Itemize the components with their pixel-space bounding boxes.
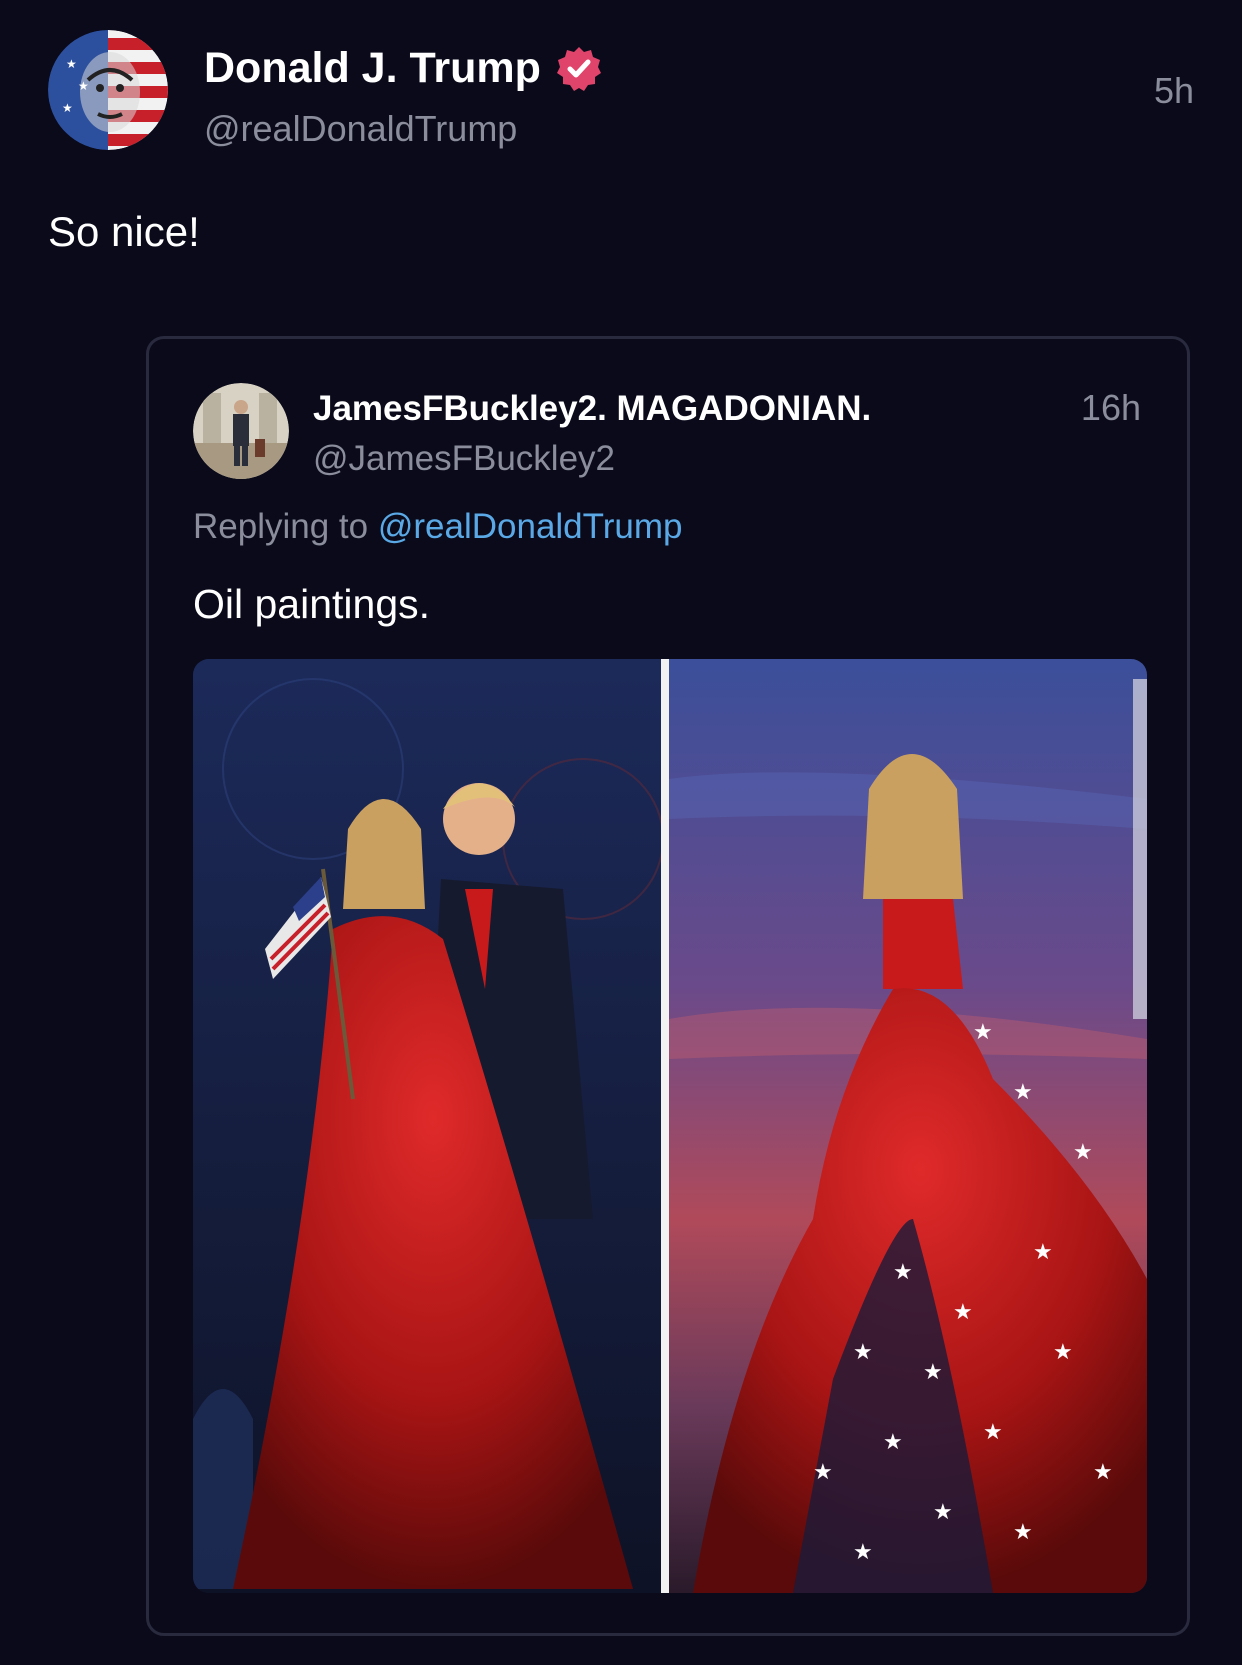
quoted-post-text: Oil paintings. bbox=[193, 581, 431, 627]
replying-to-line: Replying to @realDonaldTrump bbox=[193, 507, 682, 547]
svg-text:★: ★ bbox=[933, 1500, 953, 1525]
author-name-row[interactable]: Donald J. Trump bbox=[204, 44, 603, 93]
svg-text:★: ★ bbox=[1033, 1240, 1053, 1265]
oil-paintings-image-icon: ★ ★ ★ ★ ★ ★ ★ ★ ★ ★ ★ ★ ★ ★ ★ ★ bbox=[193, 659, 1147, 1593]
svg-text:★: ★ bbox=[893, 1260, 913, 1285]
person-photo-avatar-icon bbox=[193, 383, 289, 479]
svg-text:★: ★ bbox=[853, 1540, 873, 1565]
svg-text:★: ★ bbox=[1013, 1520, 1033, 1545]
quoted-author-avatar[interactable] bbox=[193, 383, 289, 479]
quoted-author-handle[interactable]: @JamesFBuckley2 bbox=[313, 439, 615, 479]
svg-text:★: ★ bbox=[973, 1020, 993, 1045]
svg-text:★: ★ bbox=[853, 1340, 873, 1365]
verified-badge-icon bbox=[556, 46, 601, 91]
svg-text:★: ★ bbox=[1093, 1460, 1113, 1485]
author-avatar[interactable]: ★ ★ ★ bbox=[48, 30, 168, 150]
svg-text:★: ★ bbox=[1013, 1080, 1033, 1105]
flag-portrait-avatar-icon: ★ ★ ★ bbox=[48, 30, 168, 150]
svg-text:★: ★ bbox=[62, 101, 73, 115]
quoted-author-name[interactable]: JamesFBuckley2. MAGADONIAN. bbox=[313, 389, 871, 429]
quoted-post-card[interactable]: JamesFBuckley2. MAGADONIAN. @JamesFBuckl… bbox=[146, 336, 1190, 1636]
quoted-post-timestamp[interactable]: 16h bbox=[1081, 387, 1141, 429]
svg-text:★: ★ bbox=[923, 1360, 943, 1385]
svg-text:★: ★ bbox=[813, 1460, 833, 1485]
replying-to-mention-link[interactable]: @realDonaldTrump bbox=[378, 507, 683, 546]
svg-text:★: ★ bbox=[78, 79, 89, 93]
svg-text:★: ★ bbox=[1073, 1140, 1093, 1165]
quoted-post-image[interactable]: ★ ★ ★ ★ ★ ★ ★ ★ ★ ★ ★ ★ ★ ★ ★ ★ bbox=[193, 659, 1147, 1593]
author-display-name[interactable]: Donald J. Trump bbox=[204, 44, 541, 93]
post-body-text: So nice! bbox=[48, 208, 200, 255]
replying-to-label: Replying to bbox=[193, 507, 369, 546]
author-handle[interactable]: @realDonaldTrump bbox=[204, 108, 517, 150]
svg-text:★: ★ bbox=[1053, 1340, 1073, 1365]
svg-text:★: ★ bbox=[953, 1300, 973, 1325]
post-timestamp[interactable]: 5h bbox=[1154, 70, 1194, 112]
svg-text:★: ★ bbox=[883, 1430, 903, 1455]
svg-text:★: ★ bbox=[983, 1420, 1003, 1445]
svg-text:★: ★ bbox=[66, 57, 77, 71]
